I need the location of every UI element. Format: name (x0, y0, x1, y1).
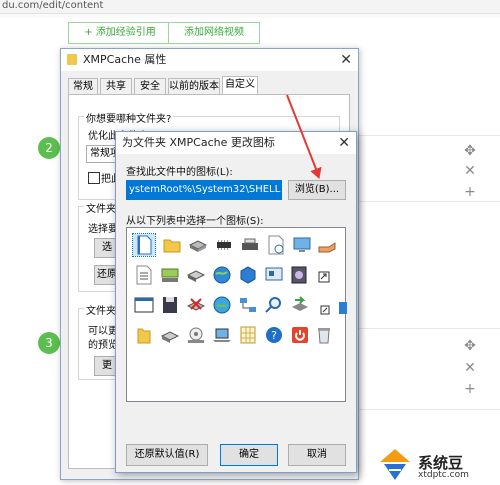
watermark-url: xtdptc.com (418, 470, 469, 480)
annotation-arrow (286, 94, 322, 179)
watermark-logo (380, 449, 410, 480)
